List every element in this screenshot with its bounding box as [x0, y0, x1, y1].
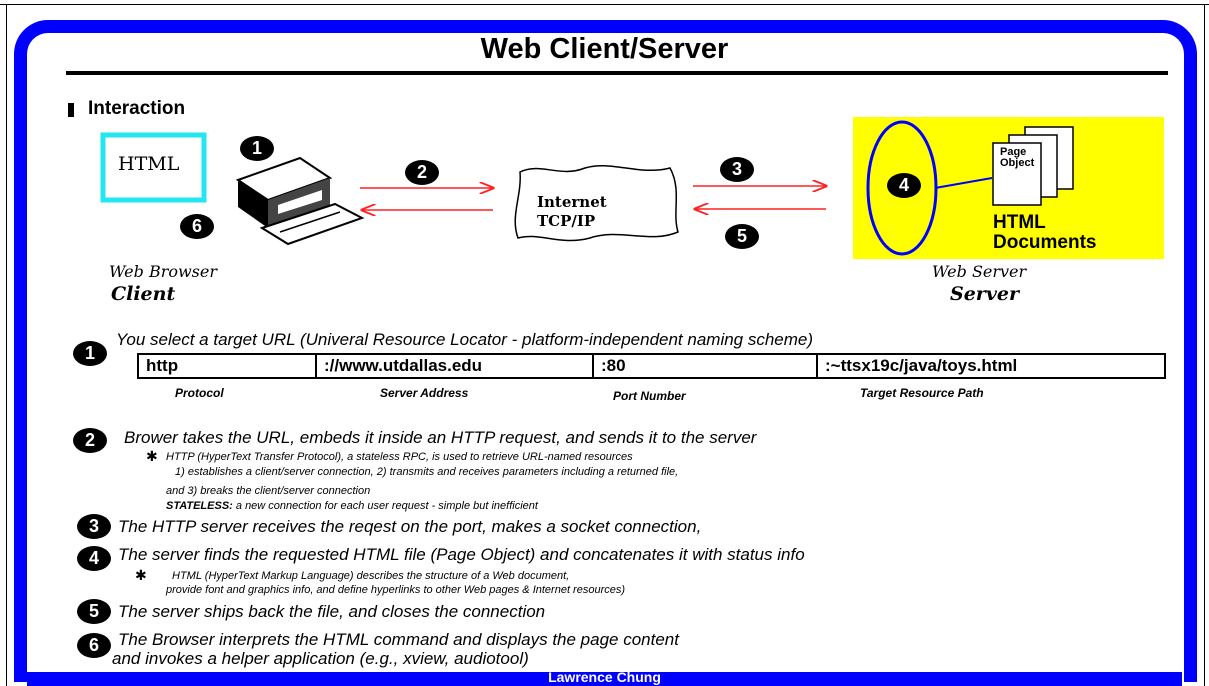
asterisk-icon-2: ✱: [135, 567, 147, 583]
internet-label-line2: TCP/IP: [537, 212, 596, 230]
url-server-box: ://www.utdallas.edu: [315, 353, 594, 379]
step-marker-1: 1: [240, 136, 274, 161]
footer-author: Lawrence Chung: [548, 669, 661, 685]
step-2-marker: 2: [73, 428, 107, 453]
web-server-label: Web Server: [932, 262, 1027, 281]
url-port-box: :80: [592, 353, 818, 379]
step-5-marker: 5: [77, 599, 111, 624]
step-6-line1: The Browser interprets the HTML command …: [118, 630, 679, 649]
step-2-text: Brower takes the URL, embeds it inside a…: [124, 428, 757, 447]
step-1-text: You select a target URL (Univeral Resour…: [116, 330, 814, 349]
step-4-text: The server finds the requested HTML file…: [118, 545, 805, 564]
step-6-marker: 6: [77, 633, 111, 658]
url-protocol-box: http: [137, 353, 317, 379]
step-marker-4: 4: [887, 173, 921, 198]
step-2-sub2: 1) establishes a client/server connectio…: [175, 466, 679, 478]
step-2-sub3: and 3) breaks the client/server connecti…: [166, 485, 371, 497]
client-label: Client: [111, 283, 176, 305]
step-2-sub1: HTTP (HyperText Transfer Protocol), a st…: [166, 451, 633, 463]
page-object-line2: Object: [1000, 157, 1035, 169]
web-browser-label: Web Browser: [109, 262, 217, 281]
url-path-box: :~ttsx19c/java/toys.html: [816, 353, 1166, 379]
url-protocol-label: Protocol: [175, 386, 224, 400]
step-marker-3: 3: [720, 157, 754, 182]
step-3-marker: 3: [77, 514, 111, 539]
url-path-label: Target Resource Path: [860, 386, 984, 400]
step-marker-6: 6: [180, 214, 214, 239]
computer-icon: [235, 156, 365, 246]
step-marker-2: 2: [405, 160, 439, 185]
step-5-text: The server ships back the file, and clos…: [118, 602, 546, 621]
url-port-label: Port Number: [613, 389, 686, 403]
html-documents-line2: Documents: [993, 232, 1097, 253]
html-box-label: HTML: [118, 153, 180, 175]
internet-label-line1: Internet: [537, 193, 607, 211]
url-server-label: Server Address: [380, 386, 469, 400]
stateless-text: a new connection for each user request -…: [235, 500, 538, 512]
step-4-marker: 4: [77, 546, 111, 571]
server-label: Server: [950, 283, 1019, 305]
internet-label: Internet TCP/IP: [537, 193, 607, 231]
step-3-text: The HTTP server receives the reqest on t…: [118, 517, 702, 536]
stateless-label: STATELESS:: [166, 500, 233, 512]
step-6-line2: and invokes a helper application (e.g., …: [112, 649, 529, 668]
html-documents-label: HTML Documents: [993, 213, 1096, 253]
page-object-label: Page Object: [1000, 147, 1034, 169]
step-1-marker: 1: [73, 341, 107, 366]
stateless-note: STATELESS: a new connection for each use…: [166, 500, 538, 513]
step-marker-5: 5: [725, 224, 759, 249]
html-documents-line1: HTML: [993, 212, 1046, 233]
step-4-sub2: provide font and graphics info, and defi…: [166, 584, 626, 596]
asterisk-icon: ✱: [146, 448, 158, 464]
step-4-sub1: HTML (HyperText Markup Language) describ…: [172, 570, 570, 582]
